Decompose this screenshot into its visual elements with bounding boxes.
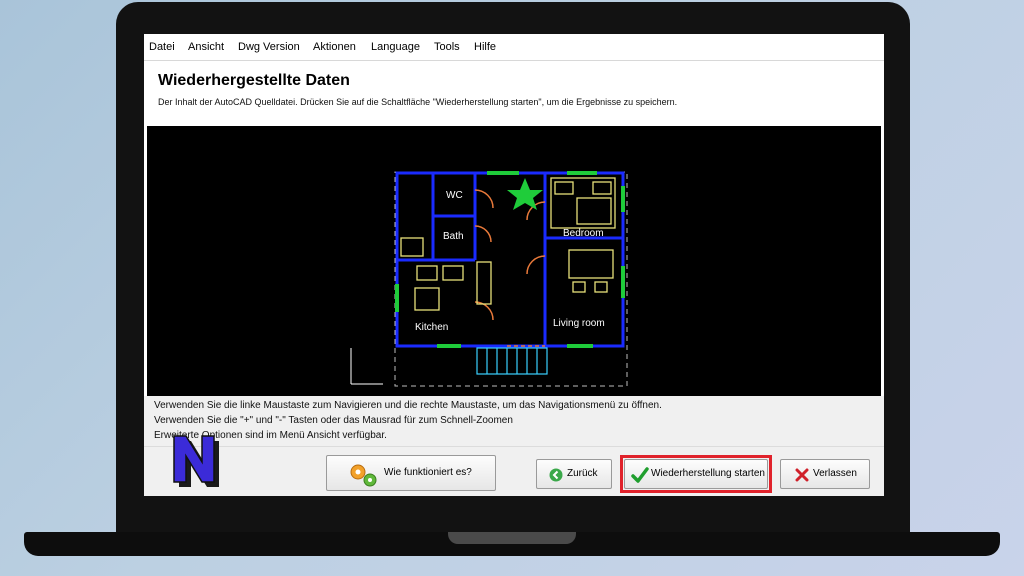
menu-aktionen[interactable]: Aktionen: [313, 41, 356, 53]
plan-outline: [394, 171, 628, 387]
room-label-bath: Bath: [443, 231, 464, 242]
page-subtitle: Der Inhalt der AutoCAD Quelldatei. Drück…: [158, 97, 678, 107]
compass-star: [507, 178, 543, 210]
room-label-wc: WC: [446, 190, 463, 201]
start-recovery-label: Wiederherstellung starten: [651, 468, 765, 479]
page-title: Wiederhergestellte Daten: [158, 72, 350, 89]
menu-tools[interactable]: Tools: [434, 41, 460, 53]
page-header: Wiederhergestellte Daten Der Inhalt der …: [144, 61, 884, 125]
gears-icon: [350, 464, 377, 487]
drawing-preview[interactable]: WC Bath Bedroom Kitchen Living room: [147, 126, 881, 396]
menu-bar: Datei Ansicht Dwg Version Aktionen Langu…: [144, 34, 884, 61]
hints-panel: Verwenden Sie die linke Maustaste zum Na…: [144, 396, 884, 446]
app-window: Datei Ansicht Dwg Version Aktionen Langu…: [144, 34, 884, 496]
menu-language[interactable]: Language: [371, 41, 420, 53]
axis-indicator: [350, 348, 383, 385]
checkmark-icon: [631, 467, 649, 483]
floor-plan-drawing: WC Bath Bedroom Kitchen Living room: [350, 171, 628, 387]
plan-doors: [474, 189, 546, 347]
room-label-kitchen: Kitchen: [415, 322, 448, 333]
menu-ansicht[interactable]: Ansicht: [188, 41, 224, 53]
button-bar: Wie funktioniert es? Zurück Wiederherste…: [144, 446, 884, 496]
menu-hilfe[interactable]: Hilfe: [474, 41, 496, 53]
room-label-bedroom: Bedroom: [563, 228, 604, 239]
exit-button[interactable]: Verlassen: [780, 459, 870, 489]
start-recovery-button[interactable]: Wiederherstellung starten: [624, 459, 768, 489]
menu-dwg-version[interactable]: Dwg Version: [238, 41, 300, 53]
laptop-base-notch: [448, 532, 576, 544]
n-logo-icon: [173, 435, 219, 487]
room-label-living-room: Living room: [553, 318, 605, 329]
exit-label: Verlassen: [813, 468, 857, 479]
plan-stairs: [476, 347, 548, 375]
how-it-works-button[interactable]: Wie funktioniert es?: [326, 455, 496, 491]
hint-navigation: Verwenden Sie die linke Maustaste zum Na…: [154, 400, 662, 411]
back-button[interactable]: Zurück: [536, 459, 612, 489]
back-arrow-icon: [549, 468, 563, 482]
hint-zoom: Verwenden Sie die "+" und "-" Tasten ode…: [154, 415, 513, 426]
how-it-works-label: Wie funktioniert es?: [384, 467, 472, 478]
menu-datei[interactable]: Datei: [149, 41, 175, 53]
back-label: Zurück: [567, 468, 598, 479]
close-x-icon: [795, 468, 809, 482]
